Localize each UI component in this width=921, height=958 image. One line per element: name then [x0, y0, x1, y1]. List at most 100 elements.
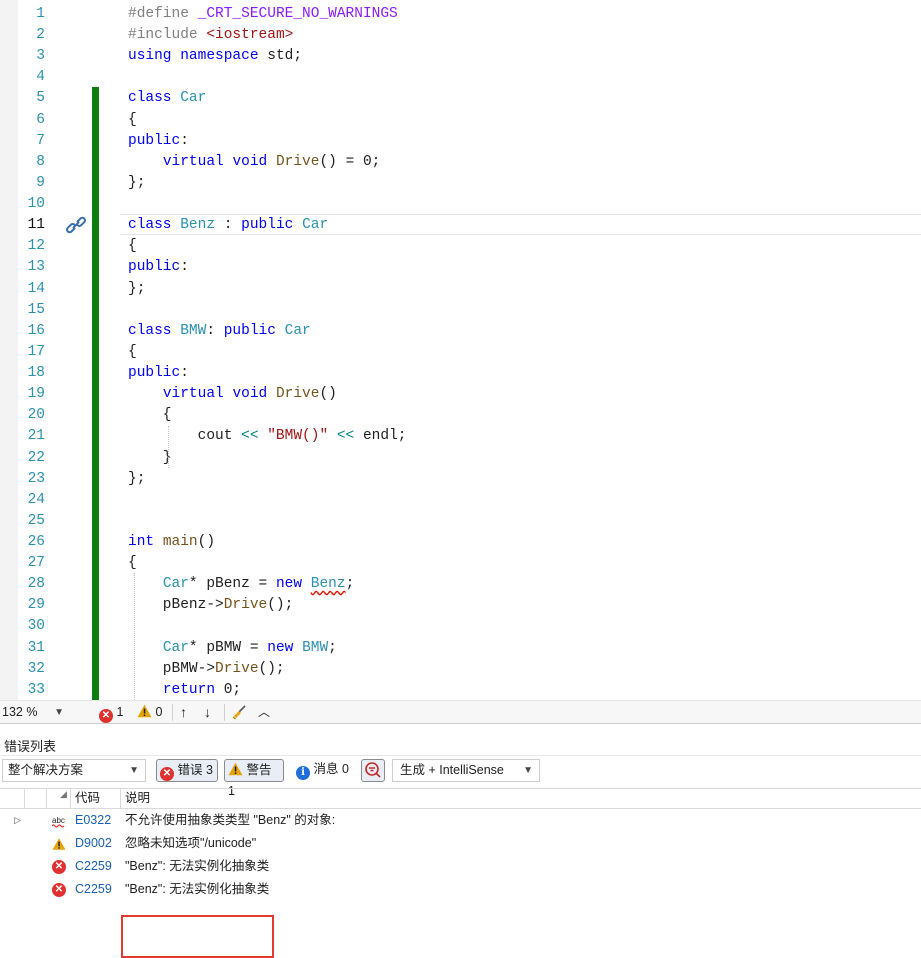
- error-count-indicator[interactable]: ✕ 1: [99, 704, 123, 723]
- code-line[interactable]: 23};: [0, 469, 921, 490]
- code-token: void: [232, 386, 268, 403]
- code-line[interactable]: 20 {: [0, 405, 921, 426]
- collapse-button[interactable]: ︿: [258, 704, 270, 721]
- code-line[interactable]: 27 {: [0, 553, 921, 574]
- error-row[interactable]: D9002 忽略未知选项"/unicode": [0, 832, 921, 855]
- code-line[interactable]: 22 }: [0, 448, 921, 469]
- code-cleanup-button[interactable]: [231, 704, 247, 721]
- code-line[interactable]: 18 public:: [0, 363, 921, 384]
- code-line[interactable]: 24: [0, 490, 921, 511]
- error-code-link[interactable]: D9002: [75, 832, 112, 855]
- code-line[interactable]: 2 #include <iostream>: [0, 25, 921, 46]
- code-token: endl;: [354, 428, 407, 445]
- line-number: 7: [36, 132, 45, 149]
- expand-triangle-icon[interactable]: ▷: [14, 809, 21, 832]
- warning-icon: [137, 704, 152, 718]
- code-text: };: [128, 173, 145, 194]
- code-token: "BMW()": [267, 428, 329, 445]
- line-number: 4: [36, 69, 45, 86]
- code-line[interactable]: 31 Car* pBMW = new BMW;: [0, 638, 921, 659]
- error-code-link[interactable]: E0322: [75, 809, 111, 832]
- code-editor[interactable]: 1 #define _CRT_SECURE_NO_WARNINGS 2 #includ…: [0, 0, 921, 700]
- code-token: <iostream>: [206, 27, 294, 44]
- code-line[interactable]: 1 #define _CRT_SECURE_NO_WARNINGS: [0, 4, 921, 25]
- code-token: }: [128, 449, 172, 466]
- filter-options-button[interactable]: [361, 759, 385, 782]
- scope-dropdown[interactable]: 整个解决方案 ▼: [2, 759, 146, 782]
- code-line[interactable]: 7 public:: [0, 131, 921, 152]
- code-line[interactable]: 4: [0, 67, 921, 88]
- info-icon: i: [296, 766, 310, 780]
- code-token: void: [232, 153, 268, 170]
- code-token: Benz: [180, 217, 216, 234]
- code-line[interactable]: 30: [0, 616, 921, 637]
- code-line[interactable]: 33 return 0;: [0, 680, 921, 700]
- code-token: :: [215, 217, 242, 234]
- code-text: pBenz->Drive();: [128, 595, 294, 616]
- code-token: Drive: [275, 386, 320, 403]
- code-token: _CRT_SECURE_NO_WARNINGS: [197, 6, 398, 22]
- warning-count-indicator[interactable]: 0: [137, 704, 162, 721]
- code-token: new: [275, 576, 303, 593]
- code-line[interactable]: 32 pBMW->Drive();: [0, 659, 921, 680]
- code-token: #define: [128, 6, 198, 22]
- code-line[interactable]: 12 {: [0, 236, 921, 257]
- code-token: virtual: [162, 386, 224, 403]
- code-line[interactable]: 21 cout << "BMW()" << endl;: [0, 426, 921, 447]
- messages-filter-label: 消息 0: [313, 762, 349, 776]
- column-header-code[interactable]: 代码: [75, 789, 100, 808]
- code-line[interactable]: 10: [0, 194, 921, 215]
- code-text: {: [128, 553, 137, 574]
- line-number: 2: [36, 27, 45, 44]
- code-line[interactable]: 19 virtual void Drive(): [0, 384, 921, 405]
- line-number: 12: [27, 238, 45, 255]
- build-source-dropdown[interactable]: 生成 + IntelliSense ▼: [392, 759, 540, 782]
- code-line[interactable]: 25: [0, 511, 921, 532]
- line-number: 28: [27, 576, 45, 593]
- error-code-link[interactable]: C2259: [75, 855, 112, 878]
- code-line[interactable]: 11 class Benz : public Car: [0, 215, 921, 236]
- arrow-down-icon: ↓: [204, 704, 211, 720]
- code-line[interactable]: 14};: [0, 279, 921, 300]
- code-token: () = 0;: [319, 153, 381, 170]
- next-issue-button[interactable]: ↓: [204, 704, 211, 721]
- line-number: 8: [36, 153, 45, 170]
- messages-filter-toggle[interactable]: i 消息 0: [293, 759, 353, 782]
- code-token: * pBenz =: [188, 576, 276, 593]
- code-line[interactable]: 3 using namespace std;: [0, 46, 921, 67]
- column-header-description[interactable]: 说明: [125, 789, 150, 808]
- code-line[interactable]: 8 virtual void Drive() = 0;: [0, 152, 921, 173]
- code-line[interactable]: 16 class BMW: public Car: [0, 321, 921, 342]
- chevron-down-icon: ▼: [54, 707, 64, 718]
- code-token: public: [128, 259, 181, 276]
- errors-filter-toggle[interactable]: ✕ 错误 3: [156, 759, 218, 782]
- previous-issue-button[interactable]: ↑: [180, 704, 187, 721]
- code-line[interactable]: 9};: [0, 173, 921, 194]
- divider: [172, 704, 173, 721]
- code-line[interactable]: 26 int main(): [0, 532, 921, 553]
- line-number: 1: [36, 6, 45, 22]
- line-number: 13: [27, 259, 45, 276]
- code-token: public: [223, 322, 276, 339]
- code-text: #include <iostream>: [128, 25, 293, 46]
- column-separator: [70, 789, 71, 808]
- code-token: Car: [302, 217, 329, 234]
- error-row[interactable]: ▷ abc E0322 不允许使用抽象类类型 "Benz" 的对象:: [0, 809, 921, 832]
- error-list-panel: 错误列表 整个解决方案 ▼ ✕ 错误 3 警告 1 i 消息 0 生成 + In…: [0, 724, 921, 958]
- line-number: 29: [27, 597, 45, 614]
- error-row[interactable]: ✕ C2259 "Benz": 无法实例化抽象类: [0, 855, 921, 878]
- code-line[interactable]: 29 pBenz->Drive();: [0, 595, 921, 616]
- code-line[interactable]: 28 Car* pBenz = new Benz;: [0, 574, 921, 595]
- code-line[interactable]: 13 public:: [0, 257, 921, 278]
- code-line[interactable]: 17 {: [0, 342, 921, 363]
- code-token: ();: [258, 660, 285, 677]
- warnings-filter-toggle[interactable]: 警告 1: [224, 759, 284, 798]
- code-line[interactable]: 6{: [0, 110, 921, 131]
- zoom-dropdown[interactable]: 132 % ▼: [2, 704, 68, 721]
- code-line[interactable]: 15: [0, 300, 921, 321]
- code-line[interactable]: 5 class Car: [0, 88, 921, 109]
- line-number: 20: [27, 407, 45, 424]
